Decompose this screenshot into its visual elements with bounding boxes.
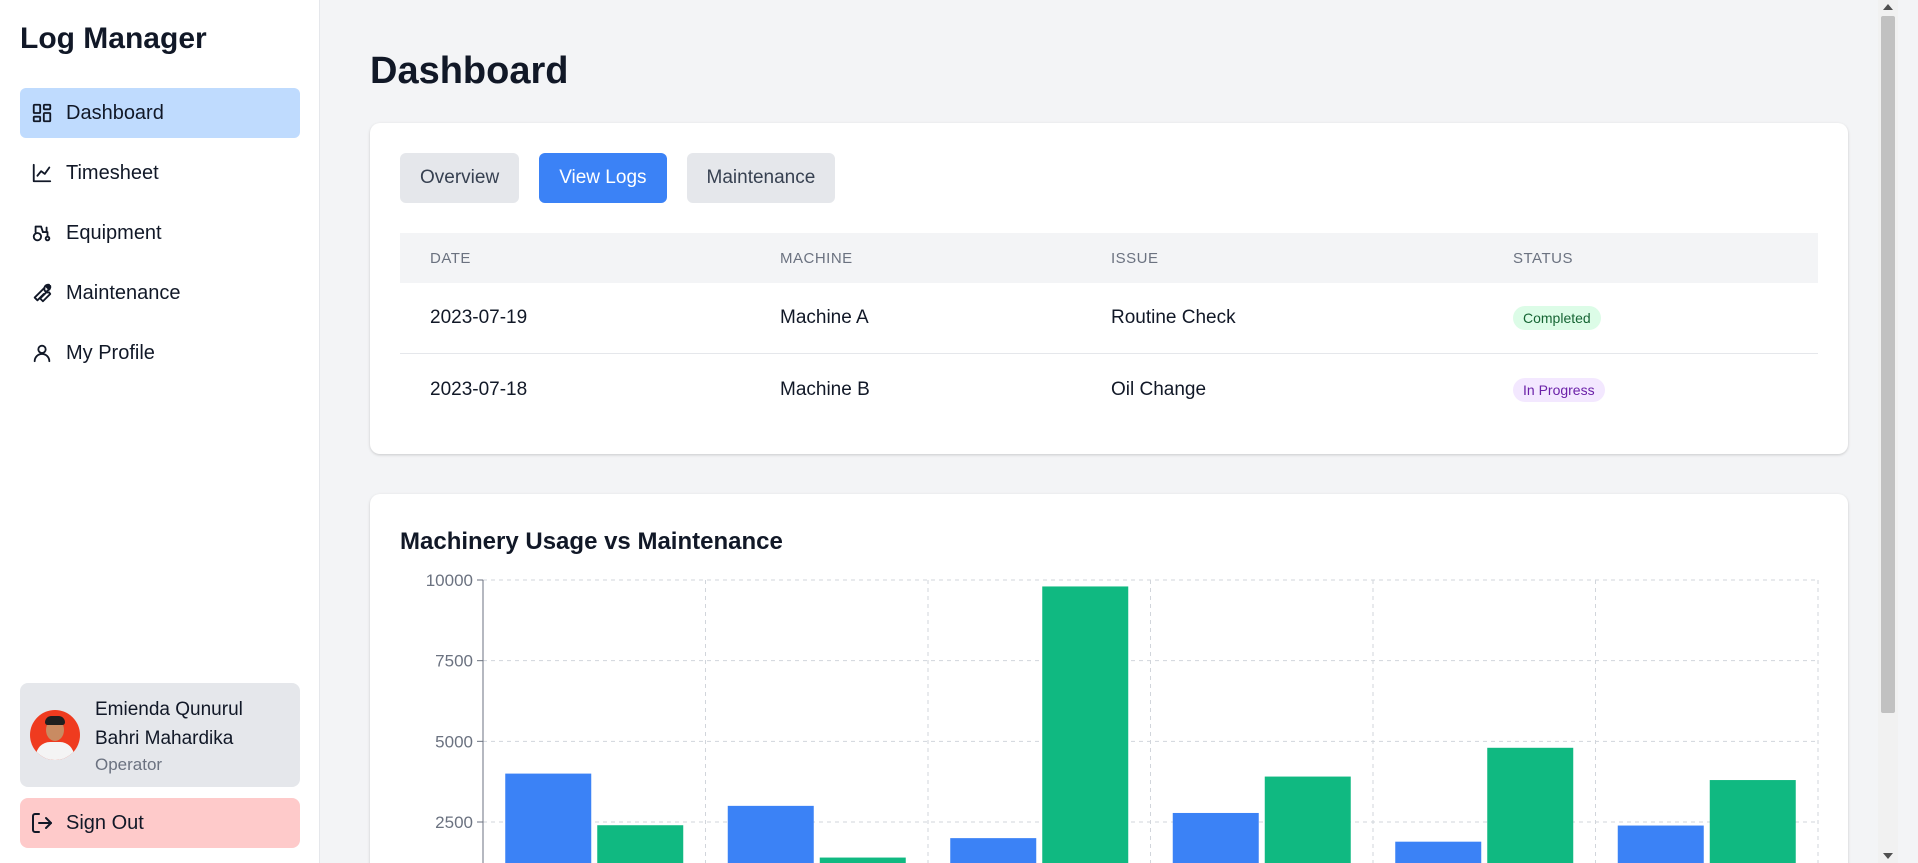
y-tick-label: 2500 (435, 813, 473, 832)
user-profile-card[interactable]: Emienda Qunurul Bahri Mahardika Operator (20, 683, 300, 787)
column-header-issue[interactable]: ISSUE (1081, 250, 1483, 267)
bar (1395, 841, 1482, 863)
cell-status: In Progress (1483, 377, 1818, 402)
wrench-icon (30, 281, 54, 305)
sidebar-item-label: Timesheet (66, 161, 159, 184)
sign-out-label: Sign Out (66, 811, 144, 834)
tab-view-logs[interactable]: View Logs (539, 153, 667, 203)
dashboard-icon (30, 101, 54, 125)
page-title: Dashboard (370, 50, 569, 92)
sidebar-item-my-profile[interactable]: My Profile (20, 328, 300, 378)
bar (1487, 747, 1574, 863)
table-header: DATE MACHINE ISSUE STATUS (400, 233, 1818, 283)
logs-table: DATE MACHINE ISSUE STATUS 2023-07-19 Mac… (400, 233, 1818, 425)
y-tick-label: 7500 (435, 652, 473, 671)
bar (1264, 776, 1351, 863)
bar (505, 773, 592, 863)
y-tick-label: 10000 (426, 574, 473, 590)
column-header-status[interactable]: STATUS (1483, 250, 1818, 267)
cell-issue: Routine Check (1111, 307, 1236, 328)
sign-out-icon (32, 813, 52, 833)
tab-maintenance[interactable]: Maintenance (686, 153, 836, 203)
logs-card: Overview View Logs Maintenance DATE MACH… (370, 123, 1848, 454)
scroll-up-icon[interactable] (1883, 4, 1893, 10)
sidebar-nav: Dashboard Timesheet Equipment Maintenanc… (20, 88, 300, 388)
column-header-date[interactable]: DATE (400, 250, 750, 267)
sidebar-item-dashboard[interactable]: Dashboard (20, 88, 300, 138)
sidebar-item-label: Dashboard (66, 101, 164, 124)
cell-issue: Oil Change (1111, 378, 1207, 400)
column-header-machine[interactable]: MACHINE (750, 250, 1081, 267)
cell-status: Completed (1483, 306, 1818, 330)
sign-out-button[interactable]: Sign Out (20, 798, 300, 848)
scroll-down-icon[interactable] (1883, 853, 1893, 859)
bar (1709, 780, 1796, 863)
bar (1042, 586, 1129, 863)
bar (1617, 825, 1704, 863)
user-icon (30, 341, 54, 365)
cell-machine: Machine B (780, 378, 870, 400)
sidebar-item-label: My Profile (66, 341, 155, 364)
tractor-icon (30, 221, 54, 245)
main-content: Dashboard Overview View Logs Maintenance… (320, 0, 1898, 863)
status-badge: Completed (1513, 306, 1601, 330)
scroll-thumb[interactable] (1881, 16, 1895, 713)
cell-machine: Machine A (780, 307, 869, 328)
user-role: Operator (95, 755, 163, 774)
avatar (30, 710, 80, 760)
table-row[interactable]: 2023-07-18 Machine B Oil Change In Progr… (400, 354, 1818, 425)
chart-title: Machinery Usage vs Maintenance (400, 528, 783, 555)
cell-date: 2023-07-19 (430, 307, 528, 328)
sidebar-item-maintenance[interactable]: Maintenance (20, 268, 300, 318)
app-brand: Log Manager (20, 22, 207, 55)
bar-chart: 10000 7500 5000 2500 (426, 574, 1819, 863)
sidebar-item-timesheet[interactable]: Timesheet (20, 148, 300, 198)
tab-bar: Overview View Logs Maintenance (400, 153, 855, 203)
chart-card: Machinery Usage vs Maintenance 10000 7500… (370, 494, 1848, 863)
bar (819, 857, 906, 863)
cell-date: 2023-07-18 (430, 378, 528, 400)
tab-overview[interactable]: Overview (400, 153, 520, 203)
bar (597, 825, 684, 863)
sidebar-item-label: Maintenance (66, 281, 181, 304)
sidebar-item-label: Equipment (66, 221, 162, 244)
y-tick-label: 5000 (435, 732, 473, 751)
user-name: Emienda Qunurul Bahri Mahardika (95, 699, 243, 749)
sidebar-item-equipment[interactable]: Equipment (20, 208, 300, 258)
sidebar: Log Manager Dashboard Timesheet Equipmen… (0, 0, 320, 863)
status-badge: In Progress (1513, 377, 1605, 402)
bar (1172, 812, 1259, 863)
table-row[interactable]: 2023-07-19 Machine A Routine Check Compl… (400, 283, 1818, 354)
bar (727, 805, 814, 863)
bar (950, 838, 1037, 863)
vertical-scrollbar[interactable] (1878, 0, 1898, 863)
chart-line-icon (30, 161, 54, 185)
